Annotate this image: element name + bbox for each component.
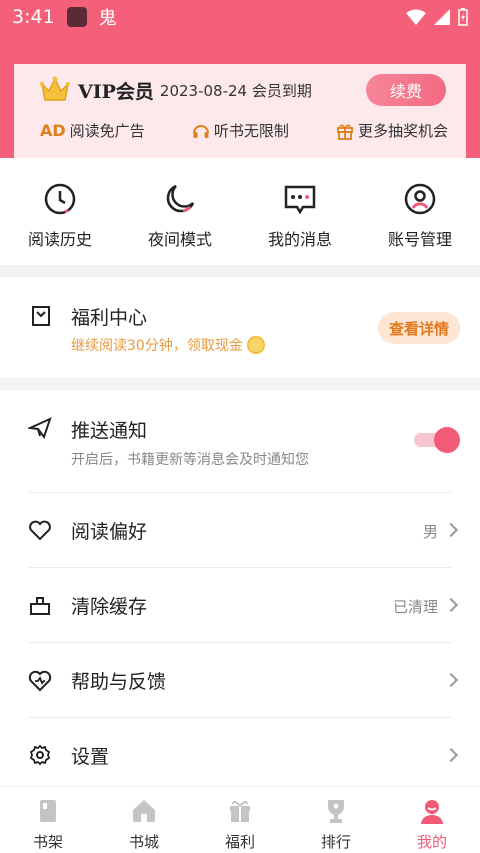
- moon-icon: [166, 184, 195, 213]
- ranking-icon: [328, 800, 344, 823]
- crown-icon: [40, 76, 70, 101]
- chevron-right-icon: [443, 522, 459, 538]
- paper-plane-icon: [28, 417, 52, 440]
- quick-actions: 阅读历史 夜间模式 我的消息 账号管理: [0, 170, 480, 265]
- push-subtitle: 开启后，书籍更新等消息会及时通知您: [71, 452, 309, 468]
- vip-benefits: AD 阅读免广告 听书无限制 更多抽奖机会: [40, 120, 448, 141]
- bookshelf-icon: [40, 800, 56, 822]
- help-title: 帮助与反馈: [71, 671, 167, 693]
- benefit-label: 听书无限制: [213, 122, 289, 140]
- reading-preference-row[interactable]: 阅读偏好 男: [0, 493, 480, 567]
- welfare-icon: [230, 800, 250, 822]
- gear-icon: [29, 744, 51, 766]
- bottom-tab-bar: 书架 书城 福利 排行 我的: [0, 786, 480, 853]
- cache-value: 已清理: [392, 598, 438, 616]
- chevron-right-icon: [443, 597, 459, 613]
- signal-icon: [434, 9, 450, 25]
- settings-title: 设置: [71, 746, 110, 768]
- status-time: 3:41: [12, 6, 55, 28]
- preference-title: 阅读偏好: [71, 521, 148, 543]
- benefit-lottery: 更多抽奖机会: [336, 120, 448, 141]
- tab-label: 我的: [416, 833, 447, 851]
- benefit-label: 阅读免广告: [69, 122, 145, 140]
- tab-label: 书城: [128, 833, 159, 851]
- tab-bookshelf[interactable]: 书架: [0, 787, 96, 853]
- tab-profile[interactable]: 我的: [384, 787, 480, 853]
- push-title: 推送通知: [71, 420, 148, 442]
- benefit-no-ads: AD 阅读免广告: [40, 120, 145, 141]
- broom-icon: [30, 597, 50, 615]
- ad-icon: AD: [40, 121, 66, 140]
- battery-icon: [458, 8, 468, 26]
- tab-ranking[interactable]: 排行: [288, 787, 384, 853]
- tab-welfare[interactable]: 福利: [192, 787, 288, 853]
- welfare-bag-icon: [32, 306, 50, 326]
- clear-cache-row[interactable]: 清除缓存 已清理: [0, 568, 480, 642]
- quick-reading-history[interactable]: 阅读历史: [0, 170, 120, 265]
- chevron-right-icon: [443, 672, 459, 688]
- quick-night-mode[interactable]: 夜间模式: [120, 170, 240, 265]
- section-separator: [0, 378, 480, 390]
- view-details-button[interactable]: 查看详情: [378, 312, 460, 344]
- tab-label: 排行: [320, 833, 351, 851]
- bookstore-icon: [133, 800, 155, 822]
- quick-label: 我的消息: [267, 230, 332, 249]
- quick-label: 夜间模式: [147, 230, 212, 249]
- welfare-title: 福利中心: [71, 307, 148, 329]
- status-glyph: 鬼: [98, 8, 117, 29]
- message-icon: [284, 185, 316, 215]
- preference-value: 男: [422, 523, 438, 541]
- app-notification-icon: [66, 7, 87, 27]
- section-separator: [0, 265, 480, 277]
- chevron-right-icon: [443, 747, 459, 763]
- settings-row[interactable]: 设置: [0, 718, 480, 786]
- quick-account-management[interactable]: 账号管理: [360, 170, 480, 265]
- welfare-center[interactable]: 福利中心 继续阅读30分钟，领取现金 查看详情: [0, 277, 480, 378]
- quick-label: 账号管理: [387, 230, 452, 249]
- tab-bookstore[interactable]: 书城: [96, 787, 192, 853]
- vip-card: VIP会员 2023-08-24 会员到期 续费 AD 阅读免广告 听书无限制 …: [14, 64, 466, 158]
- cache-title: 清除缓存: [71, 596, 148, 618]
- renew-button[interactable]: 续费: [366, 74, 446, 106]
- account-icon: [404, 183, 436, 215]
- push-notification-row: 推送通知 开启后，书籍更新等消息会及时通知您: [0, 390, 480, 493]
- benefit-audiobook: 听书无限制: [192, 120, 289, 141]
- coin-icon: [246, 336, 265, 354]
- wifi-icon: [406, 9, 426, 25]
- vip-title: VIP会员: [78, 80, 154, 103]
- quick-my-messages[interactable]: 我的消息: [240, 170, 360, 265]
- welfare-subtitle: 继续阅读30分钟，领取现金: [71, 335, 265, 355]
- clock-icon: [44, 183, 76, 215]
- vip-expire-date: 2023-08-24 会员到期: [159, 81, 312, 100]
- toggle-knob: [434, 427, 460, 453]
- tab-label: 福利: [224, 833, 255, 851]
- welfare-subtitle-text: 继续阅读30分钟，领取现金: [71, 338, 243, 354]
- profile-icon: [421, 800, 443, 824]
- gift-icon: [337, 124, 353, 140]
- quick-label: 阅读历史: [27, 230, 92, 249]
- push-toggle[interactable]: [414, 427, 460, 453]
- tab-label: 书架: [32, 833, 63, 851]
- headphones-icon: [192, 124, 209, 138]
- status-bar: 3:41 鬼: [0, 0, 480, 34]
- heart-icon: [29, 520, 51, 541]
- benefit-label: 更多抽奖机会: [357, 122, 448, 140]
- help-feedback-row[interactable]: 帮助与反馈: [0, 643, 480, 717]
- help-heart-icon: [28, 670, 52, 692]
